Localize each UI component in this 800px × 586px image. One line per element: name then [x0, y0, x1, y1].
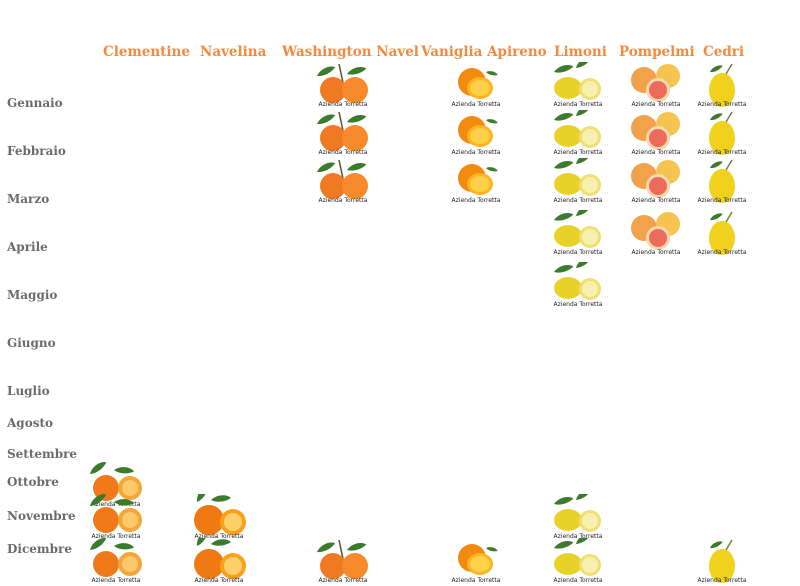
fruit-image-clementine: Azienda Torretta [84, 494, 148, 542]
fruit-image-washington: Azienda Torretta [311, 158, 375, 206]
fruit-image-vaniglia: Azienda Torretta [444, 538, 508, 586]
fruit-image-caption: Azienda Torretta [697, 149, 747, 156]
column-header-washington-navel: Washington Navel [282, 44, 419, 60]
fruit-image-caption: Azienda Torretta [318, 197, 368, 204]
fruit-image-pompelmi: Azienda Torretta [624, 210, 688, 258]
fruit-image-caption: Azienda Torretta [553, 249, 603, 256]
fruit-image-limoni: Azienda Torretta [546, 538, 610, 586]
fruit-image-pompelmi: Azienda Torretta [624, 110, 688, 158]
fruit-image-caption: Azienda Torretta [451, 101, 501, 108]
column-header-pompelmi: Pompelmi [619, 44, 695, 60]
column-header-cedri: Cedri [703, 44, 745, 60]
fruit-image-cedri: Azienda Torretta [690, 62, 754, 110]
fruit-image-clementine: Azienda Torretta [84, 538, 148, 586]
column-header-clementine: Clementine [103, 44, 190, 60]
month-label-agosto: Agosto [7, 416, 54, 430]
fruit-image-caption: Azienda Torretta [553, 149, 603, 156]
fruit-image-vaniglia: Azienda Torretta [444, 110, 508, 158]
fruit-image-caption: Azienda Torretta [553, 101, 603, 108]
fruit-image-pompelmi: Azienda Torretta [624, 158, 688, 206]
fruit-image-caption: Azienda Torretta [318, 149, 368, 156]
fruit-image-caption: Azienda Torretta [451, 149, 501, 156]
fruit-image-caption: Azienda Torretta [631, 197, 681, 204]
fruit-image-navelina: Azienda Torretta [187, 538, 251, 586]
fruit-image-cedri: Azienda Torretta [690, 110, 754, 158]
fruit-image-limoni: Azienda Torretta [546, 158, 610, 206]
fruit-image-limoni: Azienda Torretta [546, 110, 610, 158]
column-header-navelina: Navelina [200, 44, 267, 60]
fruit-image-navelina: Azienda Torretta [187, 494, 251, 542]
fruit-image-caption: Azienda Torretta [553, 301, 603, 308]
fruit-image-caption: Azienda Torretta [697, 197, 747, 204]
fruit-image-washington: Azienda Torretta [311, 110, 375, 158]
fruit-image-limoni: Azienda Torretta [546, 494, 610, 542]
fruit-image-washington: Azienda Torretta [311, 62, 375, 110]
fruit-image-caption: Azienda Torretta [451, 197, 501, 204]
month-label-febbraio: Febbraio [7, 144, 66, 158]
fruit-image-limoni: Azienda Torretta [546, 262, 610, 310]
fruit-image-limoni: Azienda Torretta [546, 62, 610, 110]
fruit-image-caption: Azienda Torretta [553, 197, 603, 204]
fruit-image-caption: Azienda Torretta [697, 249, 747, 256]
fruit-image-caption: Azienda Torretta [631, 249, 681, 256]
month-label-ottobre: Ottobre [7, 475, 59, 489]
month-label-aprile: Aprile [7, 240, 48, 254]
month-label-maggio: Maggio [7, 288, 58, 302]
month-label-novembre: Novembre [7, 509, 76, 523]
fruit-image-cedri: Azienda Torretta [690, 210, 754, 258]
month-label-marzo: Marzo [7, 192, 50, 206]
fruit-image-vaniglia: Azienda Torretta [444, 158, 508, 206]
fruit-image-limoni: Azienda Torretta [546, 210, 610, 258]
fruit-image-caption: Azienda Torretta [631, 149, 681, 156]
fruit-image-cedri: Azienda Torretta [690, 538, 754, 586]
month-label-luglio: Luglio [7, 384, 50, 398]
column-header-vaniglia-apireno: Vaniglia Apireno [421, 44, 547, 60]
month-label-gennaio: Gennaio [7, 96, 63, 110]
fruit-image-caption: Azienda Torretta [697, 101, 747, 108]
month-label-settembre: Settembre [7, 447, 78, 461]
fruit-image-caption: Azienda Torretta [318, 101, 368, 108]
column-header-limoni: Limoni [554, 44, 607, 60]
fruit-image-caption: Azienda Torretta [631, 101, 681, 108]
month-label-dicembre: Dicembre [7, 542, 72, 556]
fruit-image-pompelmi: Azienda Torretta [624, 62, 688, 110]
month-label-giugno: Giugno [7, 336, 56, 350]
fruit-image-cedri: Azienda Torretta [690, 158, 754, 206]
fruit-image-washington: Azienda Torretta [311, 538, 375, 586]
fruit-image-vaniglia: Azienda Torretta [444, 62, 508, 110]
